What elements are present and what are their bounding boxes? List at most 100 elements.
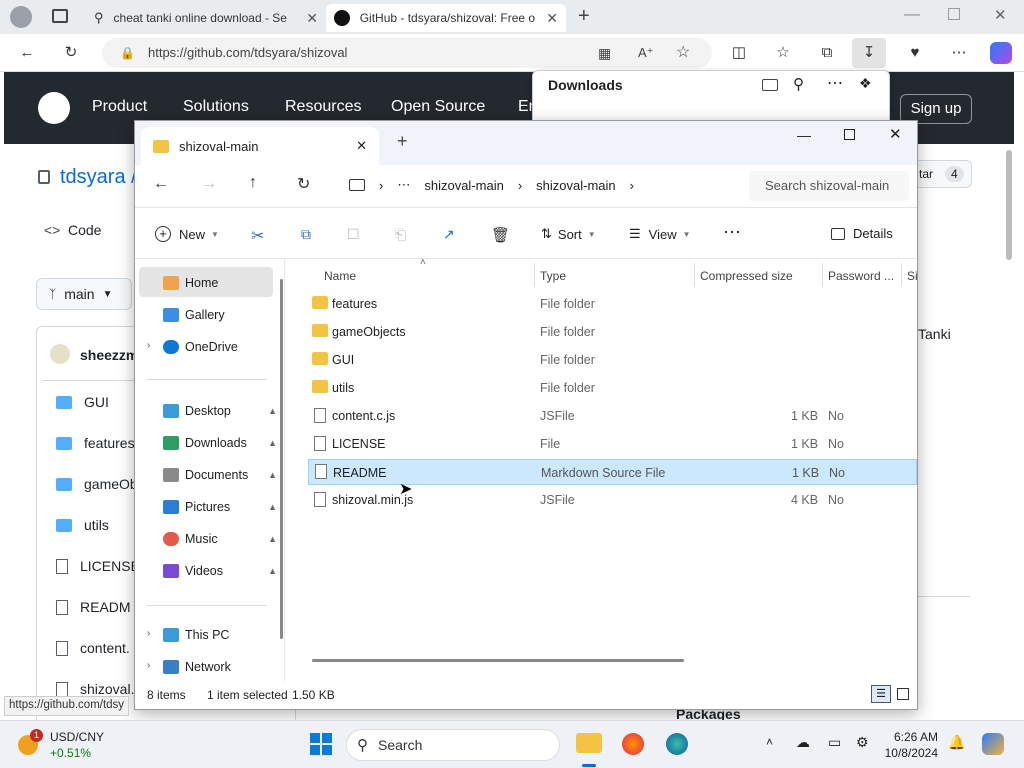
nav-resources[interactable]: Resources xyxy=(285,98,361,116)
sidebar-item-downloads[interactable]: Downloads ▲ xyxy=(163,429,281,457)
column-header-size[interactable]: Si xyxy=(907,269,918,283)
close-tab-icon[interactable]: ✕ xyxy=(546,10,558,27)
app-available-icon[interactable]: ▦ xyxy=(598,38,611,68)
edge-icon[interactable] xyxy=(666,733,688,755)
settings-icon[interactable]: ⚙ xyxy=(856,734,869,751)
repo-file-row[interactable]: READM xyxy=(56,599,131,615)
sidebar-item-network[interactable]: Network xyxy=(163,653,281,681)
sidebar-item-onedrive[interactable]: OneDrive xyxy=(163,333,281,361)
browser-tab-github[interactable]: GitHub - tdsyara/shizoval: Free o ✕ xyxy=(326,4,566,32)
page-scrollbar[interactable] xyxy=(1006,150,1012,260)
clock[interactable]: 6:26 AM 10/8/2024 xyxy=(884,729,938,761)
notification-bell-icon[interactable]: 🔔 xyxy=(948,734,965,751)
profile-avatar[interactable] xyxy=(10,6,32,28)
repo-file-row[interactable]: GUI xyxy=(56,394,109,410)
file-explorer-taskbar-icon[interactable] xyxy=(576,733,602,753)
repo-owner[interactable]: tdsyara / xyxy=(60,166,137,189)
sidebar-item-videos[interactable]: Videos ▲ xyxy=(163,557,281,585)
sidebar-scrollbar[interactable] xyxy=(280,279,283,639)
minimize-icon[interactable]: — xyxy=(797,127,811,143)
breadcrumb-item[interactable]: shizoval-main xyxy=(536,178,615,193)
repo-file-row[interactable]: content. xyxy=(56,640,130,656)
back-icon[interactable]: ← xyxy=(16,42,38,64)
tiles-view-icon[interactable] xyxy=(897,688,909,700)
share-icon[interactable]: ↗ xyxy=(443,226,455,243)
github-logo-icon[interactable] xyxy=(38,92,70,124)
column-header-name[interactable]: Name xyxy=(324,269,356,283)
read-aloud-icon[interactable]: A⁺ xyxy=(638,38,654,68)
address-breadcrumb[interactable]: › ⋯ shizoval-main › shizoval-main › xyxy=(335,169,739,201)
explorer-search-box[interactable]: Search shizoval-main xyxy=(749,171,909,201)
more-locations-icon[interactable]: ⋯ xyxy=(397,177,410,193)
downloads-icon[interactable]: ↧ xyxy=(852,38,886,68)
pin-icon[interactable]: ▲ xyxy=(268,502,277,512)
rename-icon[interactable]: ⎗ xyxy=(395,226,406,243)
refresh-icon[interactable]: ↻ xyxy=(297,174,310,194)
close-tab-icon[interactable]: ✕ xyxy=(306,10,318,27)
start-button[interactable] xyxy=(310,733,332,755)
close-window-icon[interactable]: ✕ xyxy=(994,6,1007,24)
repo-file-row[interactable]: gameObj xyxy=(56,476,141,492)
file-row[interactable]: LICENSE File 1 KB No xyxy=(308,431,917,457)
pin-icon[interactable]: ▲ xyxy=(268,470,277,480)
firefox-icon[interactable] xyxy=(622,733,644,755)
commit-user[interactable]: sheezzm xyxy=(80,347,138,363)
sidebar-item-gallery[interactable]: Gallery xyxy=(163,301,281,329)
delete-icon[interactable]: 🗑 xyxy=(491,226,510,244)
split-screen-icon[interactable]: ◫ xyxy=(728,42,750,64)
favorite-star-icon[interactable]: ☆ xyxy=(676,38,690,68)
pin-icon[interactable]: ❖ xyxy=(859,75,872,92)
see-more-icon[interactable]: ⋯ xyxy=(723,222,741,243)
nav-solutions[interactable]: Solutions xyxy=(183,98,249,116)
details-view-icon[interactable]: ☰ xyxy=(871,685,891,703)
column-header-password[interactable]: Password ... xyxy=(828,269,894,283)
up-icon[interactable]: ↑ xyxy=(249,174,257,192)
details-button[interactable]: Details xyxy=(831,226,893,241)
expand-chevron-icon[interactable]: › xyxy=(147,660,150,671)
maximize-icon[interactable] xyxy=(844,129,855,140)
copy-icon[interactable]: ⧉ xyxy=(301,226,311,243)
paste-icon[interactable]: ☐ xyxy=(347,226,360,243)
copilot-icon[interactable] xyxy=(982,733,1004,755)
browser-essentials-icon[interactable]: ♥ xyxy=(904,42,926,64)
repo-file-row[interactable]: utils xyxy=(56,517,109,533)
branch-selector[interactable]: ᛉ main ▼ xyxy=(36,278,132,310)
forward-icon[interactable]: → xyxy=(201,175,217,193)
column-header-type[interactable]: Type xyxy=(540,269,566,283)
open-folder-icon[interactable] xyxy=(762,79,778,91)
repo-file-row[interactable]: features xyxy=(56,435,135,451)
sidebar-item-home[interactable]: Home xyxy=(163,269,281,297)
pin-icon[interactable]: ▲ xyxy=(268,534,277,544)
sort-button[interactable]: ⇅ Sort ▼ xyxy=(541,226,596,242)
horizontal-scrollbar[interactable] xyxy=(312,659,684,662)
view-button[interactable]: ☰ View ▼ xyxy=(629,226,691,242)
file-row[interactable]: GUI File folder xyxy=(308,347,917,373)
address-bar[interactable]: 🔒 https://github.com/tdsyara/shizoval ▦ … xyxy=(102,38,712,68)
more-options-icon[interactable]: ⋯ xyxy=(827,73,843,93)
collections-icon[interactable]: ⧉ xyxy=(816,42,838,64)
file-row[interactable]: content.c.js JSFile 1 KB No xyxy=(308,403,917,429)
search-icon[interactable]: ⚲ xyxy=(793,75,804,93)
restore-icon[interactable] xyxy=(948,8,960,20)
new-tab-button[interactable]: + xyxy=(397,131,408,152)
close-window-icon[interactable]: ✕ xyxy=(889,125,902,143)
explorer-tab[interactable]: shizoval-main ✕ xyxy=(141,127,379,165)
favorites-icon[interactable]: ☆ xyxy=(772,42,794,64)
network-status-icon[interactable]: ☁ xyxy=(796,734,810,751)
breadcrumb-item[interactable]: shizoval-main xyxy=(424,178,503,193)
repo-file-row[interactable]: LICENSE xyxy=(56,558,140,574)
pin-icon[interactable]: ▲ xyxy=(268,566,277,576)
copilot-icon[interactable] xyxy=(990,42,1012,64)
expand-chevron-icon[interactable]: › xyxy=(147,628,150,639)
widgets-button[interactable]: 1 USD/CNY +0.51% xyxy=(18,729,128,761)
tab-code[interactable]: Code xyxy=(68,222,101,238)
repo-file-row[interactable]: shizoval. xyxy=(56,681,134,697)
close-tab-icon[interactable]: ✕ xyxy=(356,138,367,154)
cut-icon[interactable]: ✂ xyxy=(251,226,264,246)
pin-icon[interactable]: ▲ xyxy=(268,406,277,416)
more-menu-icon[interactable]: ⋯ xyxy=(948,42,970,64)
taskbar-search-box[interactable]: ⚲ Search xyxy=(346,729,560,761)
expand-chevron-icon[interactable]: › xyxy=(147,340,150,351)
file-row[interactable]: features File folder xyxy=(308,291,917,317)
refresh-icon[interactable]: ↻ xyxy=(60,42,82,64)
